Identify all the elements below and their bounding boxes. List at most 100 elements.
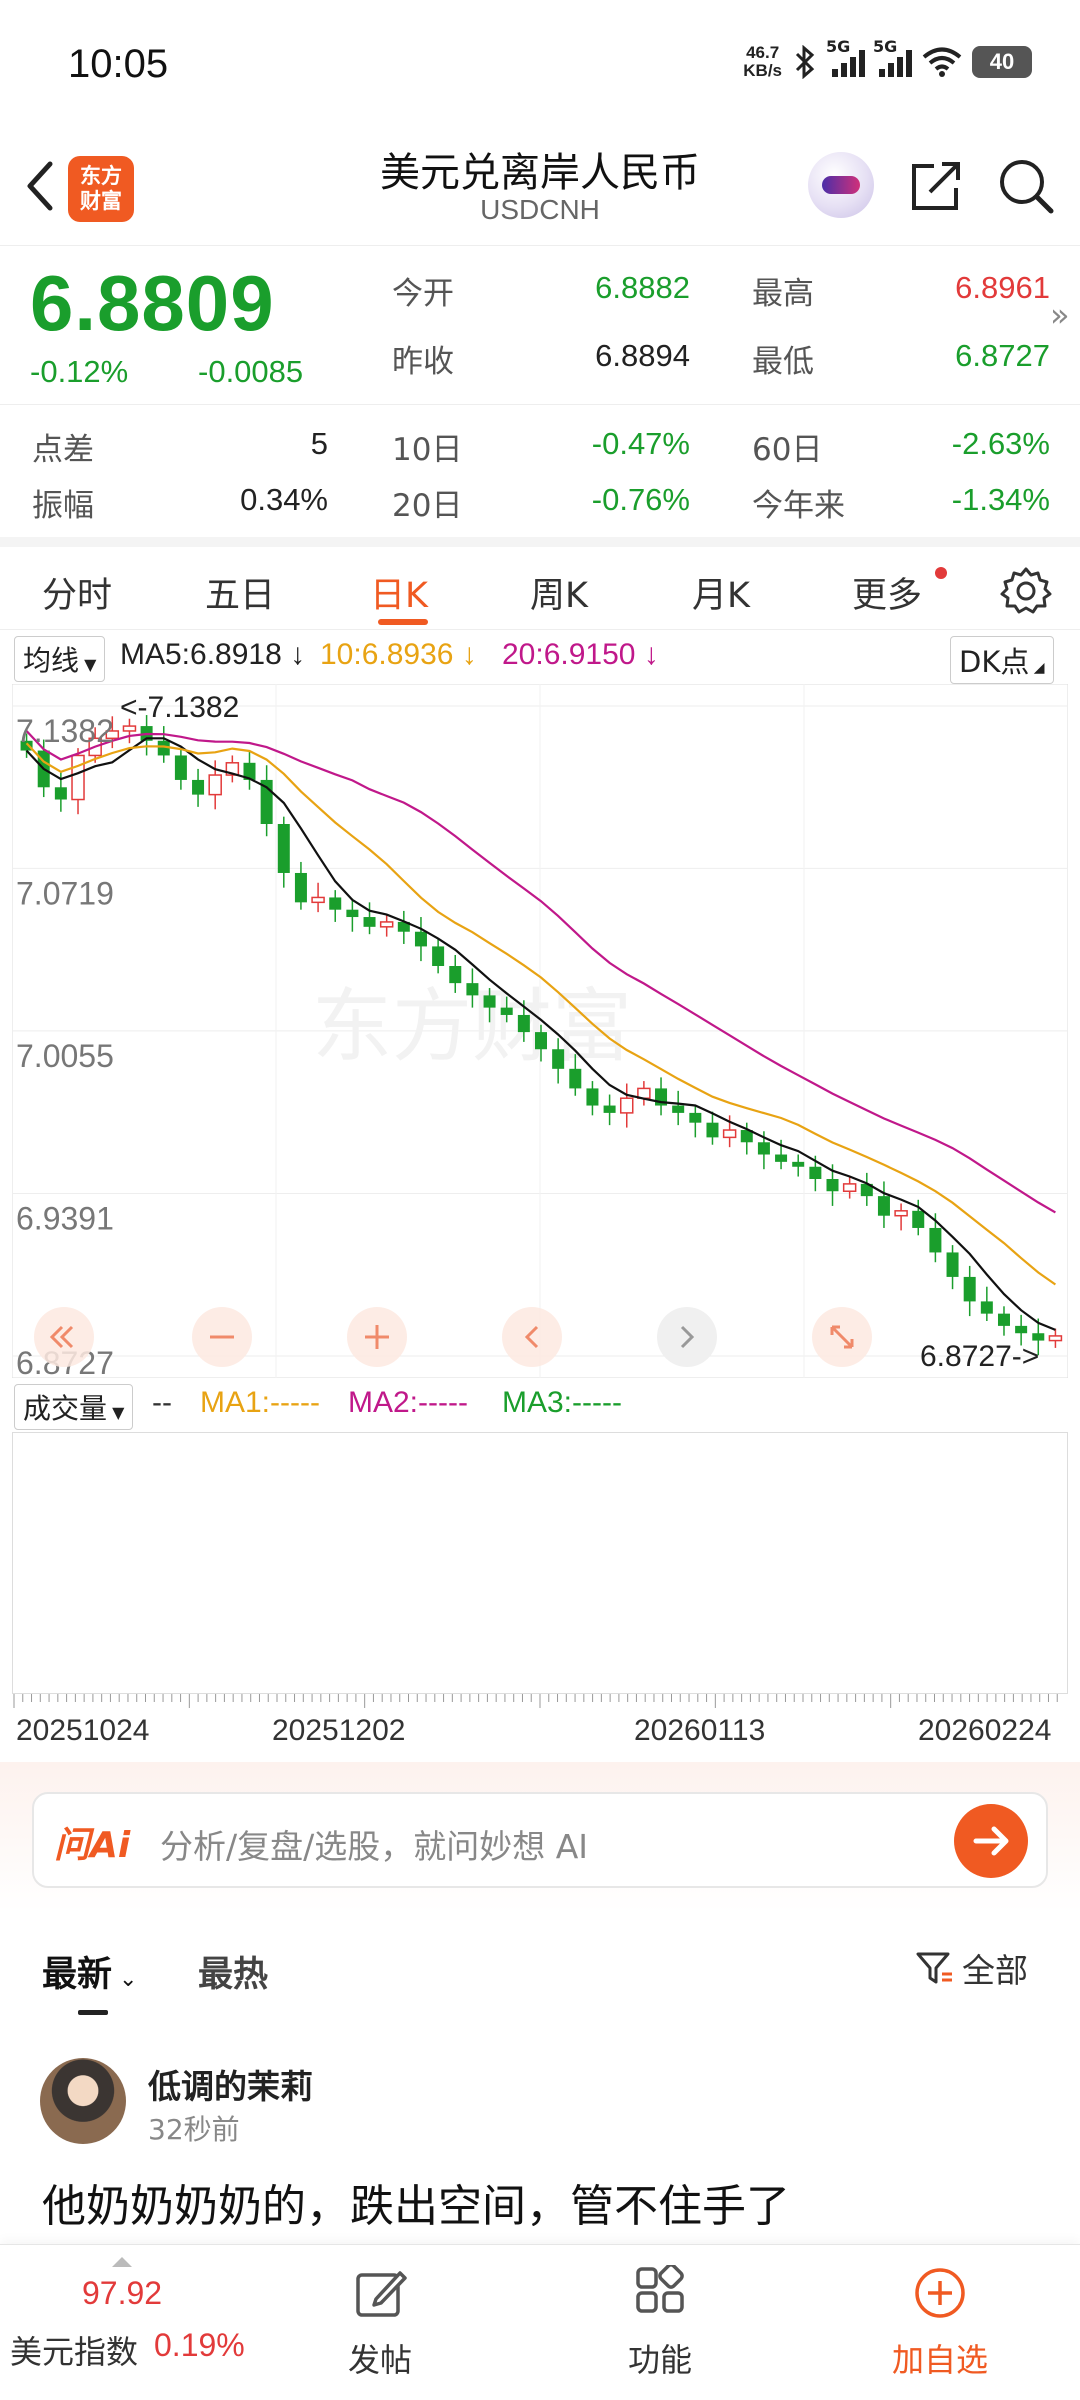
candle <box>877 1196 890 1216</box>
app-logo[interactable]: 东方 财富 <box>68 156 134 222</box>
post-time: 32秒前 <box>148 2113 240 2146</box>
volume-legend: 成交量 ▼ -- MA1:----- MA2:----- MA3:----- <box>0 1384 1080 1430</box>
share-icon[interactable] <box>906 156 966 216</box>
low-value: 6.8727 <box>955 338 1050 373</box>
tab-daily-k[interactable]: 日K <box>370 567 428 618</box>
post-username[interactable]: 低调的茉莉 <box>148 2060 313 2108</box>
candle <box>54 787 67 800</box>
ai-send-button[interactable] <box>954 1804 1028 1878</box>
nav-functions[interactable]: 功能 <box>628 2335 692 2381</box>
ai-placeholder: 分析/复盘/选股，就问妙想 AI <box>160 1827 589 1866</box>
candle <box>980 1301 993 1314</box>
y-tick-label: 7.1382 <box>16 713 114 749</box>
tab-monthly-k[interactable]: 月K <box>692 567 750 618</box>
status-bar: 10:05 46.7 KB/s 5G 5G 40 <box>0 0 1080 130</box>
d10-value: -0.47% <box>591 426 690 461</box>
volume-selector[interactable]: 成交量 ▼ <box>14 1384 134 1430</box>
tab-more[interactable]: 更多 <box>852 567 922 618</box>
gear-icon[interactable] <box>1000 565 1052 617</box>
change-value: -0.0085 <box>198 354 304 389</box>
candlestick-chart[interactable]: 东方财富 7.13827.07197.00556.93916.8727 <-7.… <box>12 684 1068 1378</box>
feed-filter[interactable]: 全部 <box>914 1944 1028 1992</box>
expand-icon[interactable]: » <box>1050 296 1070 334</box>
ma20-label: 20:6.9150 ↓ <box>502 638 659 671</box>
candle <box>379 921 394 928</box>
candle <box>432 946 445 966</box>
high-label: 最高 <box>752 276 814 312</box>
tab-intraday[interactable]: 分时 <box>42 567 112 618</box>
candle <box>483 995 496 1008</box>
feed-tab-hot[interactable]: 最热 <box>198 1946 268 1997</box>
prev-close-label: 昨收 <box>392 344 454 380</box>
nav-post[interactable]: 发帖 <box>348 2335 412 2381</box>
wifi-icon <box>922 47 962 77</box>
ai-assistant-icon[interactable] <box>808 152 874 218</box>
indicator-selector-label: 均线 <box>23 644 80 677</box>
d60-label: 60日 <box>752 432 823 468</box>
scroll-left-button[interactable] <box>502 1307 562 1367</box>
dk-point-toggle[interactable]: DK点 ◢ <box>950 636 1054 684</box>
volume-chart[interactable] <box>12 1432 1068 1694</box>
zoom-out-button[interactable] <box>192 1307 252 1367</box>
change-pct: -0.12% <box>30 354 129 389</box>
avatar[interactable] <box>40 2058 126 2144</box>
scroll-right-button[interactable] <box>657 1307 717 1367</box>
candle <box>192 779 205 795</box>
candle <box>809 1166 822 1179</box>
candle <box>603 1105 616 1113</box>
y-tick-label: 7.0719 <box>16 875 114 911</box>
candle <box>174 755 187 780</box>
candle <box>1015 1325 1028 1334</box>
candle <box>534 1032 548 1050</box>
indicator-selector[interactable]: 均线 ▼ <box>14 636 106 682</box>
ai-input[interactable]: 问Ai 分析/复盘/选股，就问妙想 AI <box>32 1792 1048 1888</box>
filter-label: 全部 <box>962 1951 1028 1990</box>
battery-icon: 40 <box>972 46 1032 78</box>
candle <box>963 1276 976 1302</box>
candle <box>689 1112 702 1123</box>
dollar-index-value[interactable]: 97.92 <box>82 2275 162 2312</box>
candle <box>517 1014 530 1033</box>
zoom-left-fast-button[interactable] <box>34 1307 94 1367</box>
open-label: 今开 <box>392 276 454 312</box>
vol-ma3-label: MA3:----- <box>502 1386 622 1419</box>
nav-add-watchlist[interactable]: 加自选 <box>892 2335 988 2381</box>
logo-text-1: 东方 <box>80 164 122 188</box>
compose-icon[interactable] <box>352 2265 408 2321</box>
volume-selector-label: 成交量 <box>23 1392 108 1425</box>
d20-label: 20日 <box>392 488 463 524</box>
bottom-nav: 97.92 美元指数 0.19% 发帖 功能 加自选 <box>0 2244 1080 2400</box>
post-text[interactable]: 他奶奶奶奶的，跌出空间，管不住手了 <box>42 2170 790 2234</box>
tab-five-day[interactable]: 五日 <box>205 567 275 618</box>
page-subtitle: USDCNH <box>480 194 600 225</box>
notification-dot <box>935 567 947 579</box>
search-icon[interactable] <box>996 156 1056 216</box>
ytd-label: 今年来 <box>752 488 845 524</box>
candle <box>414 931 427 947</box>
ma-legend: 均线 ▼ MA5:6.8918 ↓ 10:6.8936 ↓ 20:6.9150 … <box>0 629 1080 684</box>
candle <box>552 1049 565 1069</box>
tab-weekly-k[interactable]: 周K <box>530 567 588 618</box>
add-watchlist-icon[interactable] <box>912 2265 968 2321</box>
dollar-index-pct[interactable]: 0.19% <box>154 2327 245 2364</box>
spread-value: 5 <box>310 426 328 461</box>
candle <box>449 966 462 984</box>
quote-panel: 6.8809 -0.12% -0.0085 今开 6.8882 最高 6.896… <box>0 245 1080 537</box>
zoom-in-button[interactable] <box>347 1307 407 1367</box>
net-speed-value: 46.7 <box>746 43 780 62</box>
active-tab-indicator <box>378 619 428 625</box>
feed-tab-latest[interactable]: 最新 ⌄ <box>42 1946 137 1997</box>
candle <box>894 1210 908 1217</box>
fullscreen-button[interactable] <box>812 1307 872 1367</box>
candle <box>912 1210 925 1228</box>
candle <box>792 1161 805 1167</box>
last-price: 6.8809 <box>30 259 275 347</box>
status-icons: 46.7 KB/s 5G 5G 40 <box>743 37 1032 80</box>
dollar-index-label[interactable]: 美元指数 <box>10 2327 138 2373</box>
apps-icon[interactable] <box>632 2265 688 2321</box>
candle <box>722 1129 737 1139</box>
date-tick-2: 20251202 <box>272 1714 406 1747</box>
candle <box>586 1088 599 1106</box>
back-icon[interactable] <box>20 158 60 214</box>
date-tick-4: 20260224 <box>918 1714 1052 1747</box>
